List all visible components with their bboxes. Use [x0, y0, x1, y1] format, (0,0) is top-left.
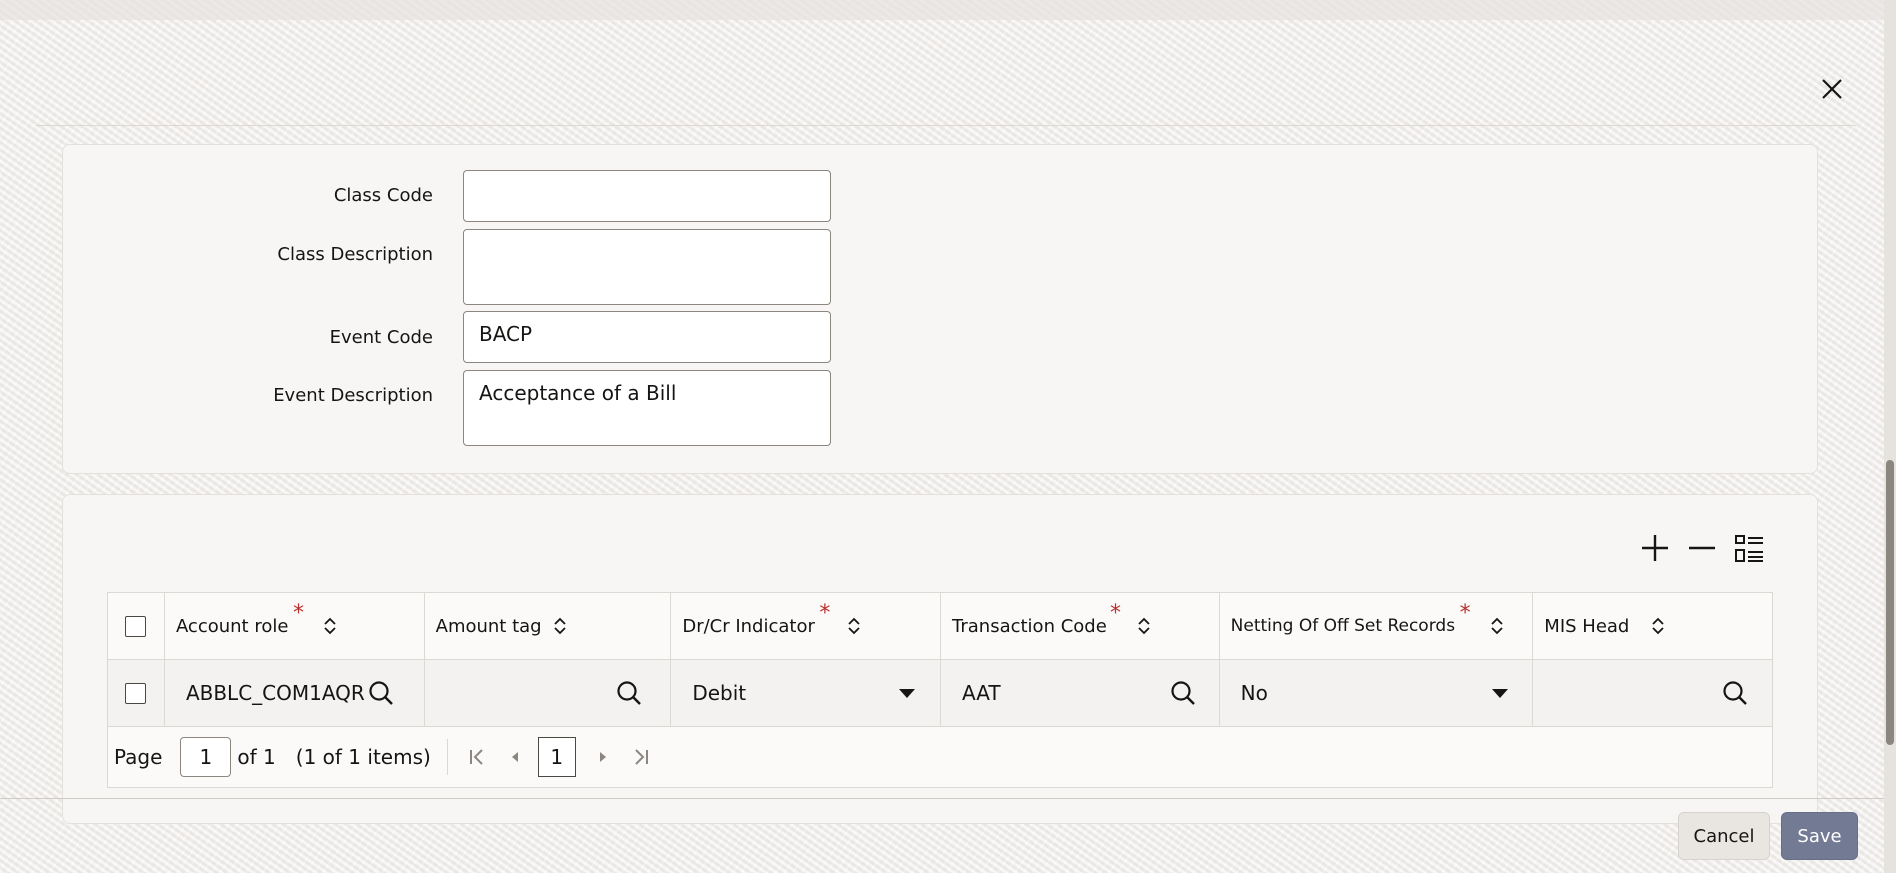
next-page-icon — [599, 752, 606, 762]
transaction-code-cell[interactable]: AAT — [941, 660, 1220, 726]
save-button[interactable]: Save — [1781, 812, 1858, 860]
plus-icon — [1642, 535, 1668, 561]
row-select-checkbox[interactable] — [125, 682, 147, 704]
sort-icon[interactable] — [1490, 616, 1504, 636]
required-marker: * — [1110, 601, 1121, 626]
next-page-button[interactable] — [586, 740, 620, 774]
event-form-panel: Class Code Class Description Event Code … — [62, 144, 1818, 474]
header-dr-cr-indicator: Dr/Cr Indicator * — [671, 593, 941, 659]
window-top-strip — [0, 0, 1896, 20]
current-page-button[interactable]: 1 — [537, 737, 576, 777]
select-all-checkbox[interactable] — [125, 615, 147, 637]
event-code-label: Event Code — [329, 327, 433, 348]
account-role-header-label: Account role — [175, 615, 289, 637]
page-total-label: of 1 — [237, 745, 276, 769]
caret-down-icon[interactable] — [899, 689, 916, 699]
amount-tag-header-label: Amount tag — [435, 615, 542, 637]
close-button[interactable] — [1815, 72, 1849, 106]
list-detail-icon — [1735, 535, 1763, 562]
minus-icon — [1689, 546, 1715, 550]
mis-head-cell[interactable] — [1533, 660, 1772, 726]
class-description-field[interactable] — [463, 229, 831, 305]
required-marker: * — [1459, 601, 1471, 626]
header-amount-tag: Amount tag — [425, 593, 672, 659]
cancel-button[interactable]: Cancel — [1678, 812, 1770, 860]
first-page-icon — [469, 749, 483, 765]
sort-icon[interactable] — [553, 616, 567, 636]
class-code-label: Class Code — [333, 185, 433, 206]
last-page-button[interactable] — [624, 740, 658, 774]
event-description-field[interactable]: Acceptance of a Bill — [463, 370, 831, 446]
last-page-icon — [635, 749, 648, 765]
table-header-row: Account role * Amount tag Dr/Cr Indicato… — [108, 593, 1772, 660]
required-marker: * — [819, 601, 831, 626]
class-description-label: Class Description — [277, 244, 433, 265]
header-mis-head: MIS Head — [1533, 593, 1772, 659]
transaction-code-value[interactable]: AAT — [952, 681, 1001, 705]
header-checkbox-cell — [108, 593, 165, 659]
search-icon[interactable] — [367, 679, 395, 707]
sort-icon[interactable] — [1137, 616, 1151, 636]
previous-page-button[interactable] — [498, 740, 532, 774]
sort-icon[interactable] — [323, 616, 337, 636]
dr-cr-indicator-cell[interactable]: Debit — [671, 660, 941, 726]
header-transaction-code: Transaction Code * — [941, 593, 1220, 659]
header-netting: Netting Of Off Set Records * — [1220, 593, 1534, 659]
event-code-field[interactable]: BACP — [463, 311, 831, 363]
event-description-label: Event Description — [273, 385, 433, 406]
amount-tag-cell[interactable] — [425, 660, 672, 726]
account-role-value[interactable]: ABBLC_COM1AQR — [176, 681, 365, 705]
items-count-label: (1 of 1 items) — [295, 745, 431, 769]
netting-cell[interactable]: No — [1220, 660, 1534, 726]
header-divider — [36, 125, 1856, 126]
search-icon[interactable] — [1721, 679, 1749, 707]
class-code-field[interactable] — [463, 170, 831, 222]
dr-cr-header-label: Dr/Cr Indicator — [682, 615, 815, 637]
dialog-footer — [0, 799, 1896, 873]
pager-divider — [446, 739, 448, 775]
close-icon — [1822, 79, 1842, 99]
single-view-button[interactable] — [1731, 530, 1767, 566]
previous-page-icon — [511, 752, 518, 762]
netting-select[interactable]: No — [1231, 681, 1268, 705]
mis-head-header-label: MIS Head — [1544, 615, 1630, 637]
pagination-bar: Page 1 of 1 (1 of 1 items) 1 — [108, 727, 1772, 787]
account-role-cell[interactable]: ABBLC_COM1AQR — [165, 660, 425, 726]
accounting-entries-table: Account role * Amount tag Dr/Cr Indicato… — [107, 592, 1773, 788]
sort-icon[interactable] — [847, 616, 861, 636]
caret-down-icon[interactable] — [1491, 689, 1508, 699]
scrollbar-thumb[interactable] — [1886, 460, 1894, 745]
delete-row-button[interactable] — [1684, 530, 1720, 566]
page-number-input[interactable]: 1 — [180, 737, 232, 777]
first-page-button[interactable] — [460, 740, 494, 774]
search-icon[interactable] — [1169, 679, 1197, 707]
netting-header-label: Netting Of Off Set Records — [1230, 616, 1456, 636]
required-marker: * — [292, 601, 304, 626]
add-row-button[interactable] — [1637, 530, 1673, 566]
row-checkbox-cell — [108, 660, 165, 726]
header-account-role: Account role * — [165, 593, 425, 659]
transaction-code-header-label: Transaction Code — [952, 615, 1107, 637]
table-row: ABBLC_COM1AQR Debit AAT No — [108, 660, 1772, 727]
search-icon[interactable] — [615, 679, 643, 707]
vertical-scrollbar[interactable] — [1884, 0, 1896, 873]
sort-icon[interactable] — [1651, 616, 1665, 636]
dr-cr-indicator-select[interactable]: Debit — [682, 681, 746, 705]
page-label: Page — [114, 745, 163, 769]
